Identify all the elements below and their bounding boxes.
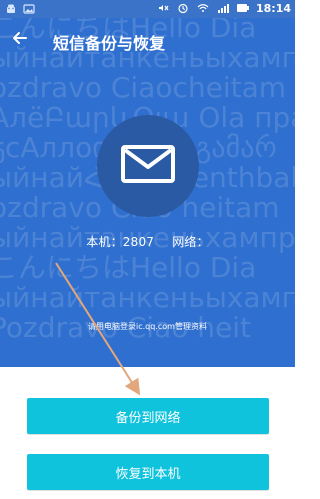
signal-icon (216, 1, 230, 15)
wifi-icon (196, 1, 210, 15)
battery-icon (236, 1, 250, 15)
restore-to-local-button[interactable]: 恢复到本机 (27, 454, 269, 490)
status-left-icons (4, 2, 36, 16)
sms-stats: 本机：2807 网络： (0, 233, 295, 250)
watermark-line: ыйнайтанкеньыхамп (0, 281, 295, 314)
android-icon (4, 2, 18, 16)
backup-to-network-button[interactable]: 备份到网络 (27, 398, 269, 434)
mute-icon (156, 1, 170, 15)
mail-badge (97, 115, 199, 217)
network-count: 网络： (172, 235, 209, 249)
app-bar: 短信备份与恢复 (0, 18, 295, 64)
alarm-icon (176, 1, 190, 15)
status-right-icons: 18:14 (156, 1, 291, 15)
watermark-line: こんにちはHello Dia (0, 251, 257, 284)
page-title: 短信备份与恢复 (53, 34, 166, 53)
back-button[interactable] (8, 28, 32, 52)
mail-icon (121, 145, 175, 187)
status-time: 18:14 (255, 1, 291, 15)
status-bar: 18:14 (0, 0, 295, 18)
local-count: 本机：2807 (86, 235, 155, 249)
login-hint: 请用电脑登录ic.qq.com管理资料 (88, 322, 207, 331)
back-arrow-icon (11, 29, 29, 51)
image-icon (22, 2, 36, 16)
watermark-line: ozdravo Ciaocheitam (0, 71, 287, 104)
